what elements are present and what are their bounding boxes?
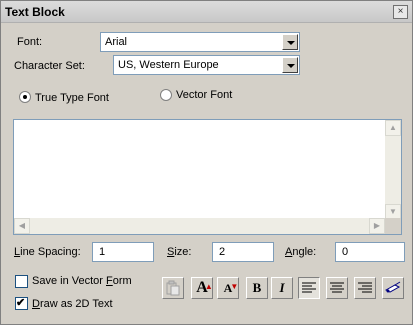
bold-icon: B <box>252 280 262 295</box>
shrink-font-icon: A ▼ <box>223 281 239 295</box>
save-vector-form-label: Save in Vector Form <box>32 275 132 287</box>
vertical-scrollbar[interactable]: ▲ ▼ <box>385 120 401 220</box>
close-button[interactable]: × <box>393 5 408 19</box>
scroll-corner <box>385 218 401 234</box>
bold-button[interactable]: B <box>246 277 268 299</box>
charset-select-value: US, Western Europe <box>118 59 219 71</box>
font-select-value: Arial <box>105 36 128 48</box>
pick-icon <box>384 281 401 293</box>
charset-select[interactable]: US, Western Europe <box>113 55 300 75</box>
size-input[interactable]: 2 <box>212 242 274 262</box>
grow-font-button[interactable]: A ▲ <box>191 277 213 299</box>
title-bar[interactable]: Text Block × <box>1 1 412 23</box>
paste-button[interactable] <box>162 277 184 299</box>
align-left-icon <box>302 282 316 293</box>
italic-button[interactable]: I <box>271 277 293 299</box>
line-spacing-value: 1 <box>99 246 106 258</box>
shrink-font-button[interactable]: A ▼ <box>217 277 239 299</box>
chevron-down-icon[interactable] <box>282 34 298 50</box>
save-vector-form-checkbox[interactable] <box>15 275 28 288</box>
window-title: Text Block <box>5 5 65 19</box>
pick-button[interactable] <box>382 277 404 299</box>
angle-label: Angle: <box>285 246 317 258</box>
font-label: Font: <box>17 36 43 48</box>
size-label: Size: <box>167 246 192 258</box>
align-center-button[interactable] <box>326 277 348 299</box>
close-icon: × <box>397 6 404 17</box>
align-center-icon <box>330 282 344 293</box>
line-spacing-label: Line Spacing: <box>14 246 81 258</box>
charset-label: Character Set: <box>14 60 85 72</box>
align-right-icon <box>358 282 372 293</box>
size-value: 2 <box>219 246 226 258</box>
align-left-button[interactable] <box>298 277 320 299</box>
vector-font-radio[interactable] <box>160 89 172 101</box>
scroll-left-button[interactable]: ◀ <box>14 218 30 234</box>
scroll-right-button[interactable]: ▶ <box>369 218 385 234</box>
grow-font-icon: A ▲ <box>196 279 213 296</box>
text-block-dialog: Text Block × Font: Arial Character Set: … <box>0 0 413 325</box>
true-type-font-label: True Type Font <box>35 92 109 104</box>
paste-icon <box>166 280 180 296</box>
checkmark-icon: ✔ <box>16 297 26 309</box>
true-type-font-radio[interactable] <box>19 91 31 103</box>
angle-input[interactable]: 0 <box>335 242 405 262</box>
vector-font-label: Vector Font <box>176 89 233 101</box>
italic-icon: I <box>279 280 285 295</box>
draw-2d-text-checkbox[interactable]: ✔ <box>15 297 28 310</box>
text-input-area[interactable]: ▲ ▼ ◀ ▶ <box>13 119 402 235</box>
chevron-down-icon[interactable] <box>282 57 298 73</box>
angle-value: 0 <box>342 246 349 258</box>
scroll-up-button[interactable]: ▲ <box>385 120 401 136</box>
line-spacing-input[interactable]: 1 <box>92 242 154 262</box>
font-select[interactable]: Arial <box>100 32 300 52</box>
draw-2d-text-label: Draw as 2D Text <box>32 298 113 310</box>
horizontal-scrollbar[interactable]: ◀ ▶ <box>14 218 385 234</box>
align-right-button[interactable] <box>354 277 376 299</box>
